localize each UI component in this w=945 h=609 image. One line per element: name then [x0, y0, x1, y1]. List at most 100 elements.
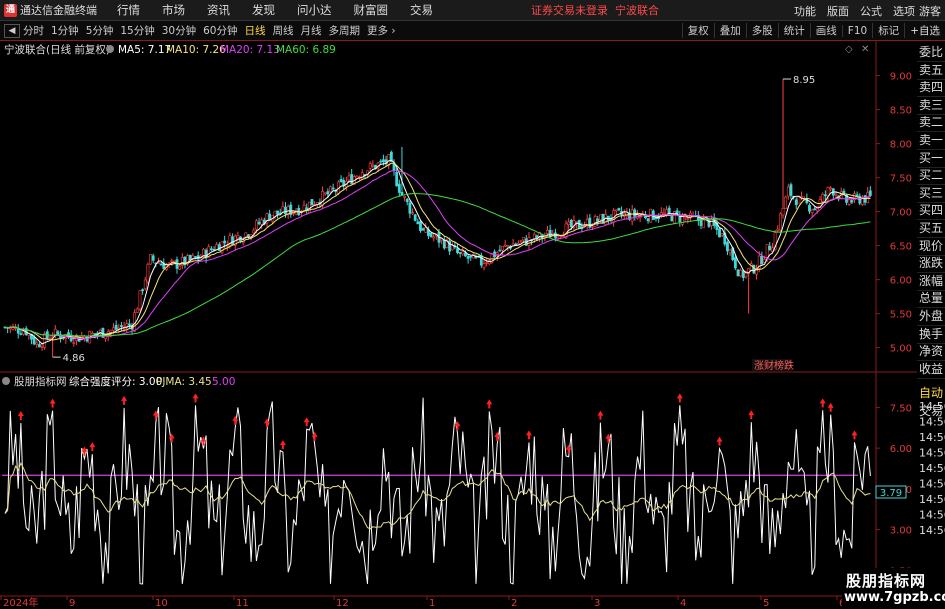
candle-body [284, 206, 287, 215]
side-item-8[interactable]: 买三 [917, 184, 945, 203]
buy-arrow-icon [303, 417, 310, 427]
side-item-13[interactable]: 涨幅 [917, 272, 945, 291]
candle-body [321, 191, 324, 206]
side-item-12[interactable]: 涨跌 [917, 254, 945, 274]
candle-body [593, 216, 597, 227]
menu-news[interactable]: 资讯 [207, 2, 230, 18]
candle-body [503, 244, 507, 247]
buy-arrow-icon [597, 410, 604, 420]
side-item-16[interactable]: 换手 [917, 325, 945, 344]
menu-quotes[interactable]: 行情 [117, 2, 140, 18]
menu-market[interactable]: 市场 [162, 2, 185, 18]
guest-label[interactable]: 游客 [919, 3, 941, 19]
auto-button[interactable]: 自动 [917, 384, 945, 401]
candle-body [112, 327, 115, 331]
chart-area[interactable]: 9.00 8.50 8.00 7.50 7.00 6.50 6.00 5.50 5.00 7.50… [0, 41, 945, 609]
period-15min[interactable]: 15分钟 [120, 23, 154, 38]
period-weekly[interactable]: 周线 [273, 23, 294, 38]
candle-body [596, 218, 600, 222]
time-tick-label: 9 [69, 598, 75, 609]
chevron-right-icon: › [391, 25, 396, 37]
period-intraday[interactable]: 分时 [23, 23, 44, 38]
side-item-5[interactable]: 卖一 [917, 131, 945, 150]
kline-chart-svg[interactable]: 9.00 8.50 8.00 7.50 7.00 6.50 6.00 5.50 5.00 7.50… [0, 41, 945, 609]
buy-arrow-icon [17, 411, 24, 421]
side-item-11[interactable]: 现价 [917, 237, 945, 256]
candle-body [379, 160, 383, 163]
add-watchlist-button[interactable]: +自选 [904, 23, 945, 38]
period-30min[interactable]: 30分钟 [162, 23, 196, 38]
menu-discover[interactable]: 发现 [252, 2, 275, 18]
buy-arrow-icon [827, 402, 834, 412]
candle-body [93, 333, 97, 335]
ma-legend-label: MA20: 7.13 [220, 44, 280, 56]
candle-body [768, 245, 772, 251]
side-item-18[interactable]: 收益 [917, 360, 945, 379]
side-item-17[interactable]: 净资 [917, 342, 945, 362]
time-readout-label: 14:56 [919, 478, 945, 491]
candle-body [778, 213, 782, 231]
candle-body [617, 208, 621, 211]
candle-body [395, 171, 399, 187]
candle-body [127, 323, 131, 326]
period-60min[interactable]: 60分钟 [203, 23, 237, 38]
candle-body [794, 199, 798, 206]
side-item-1[interactable]: 卖五 [917, 61, 945, 80]
candle-body [665, 209, 668, 215]
menu-formula[interactable]: 公式 [860, 3, 882, 19]
time-readout-label: 14:56 [919, 509, 945, 522]
period-multi[interactable]: 多周期 [329, 23, 361, 38]
side-item-3[interactable]: 卖三 [917, 96, 945, 115]
side-item-14[interactable]: 总量 [917, 289, 945, 309]
candle-body [151, 255, 155, 261]
side-item-7[interactable]: 买二 [917, 166, 945, 186]
f10-button[interactable]: F10 [841, 24, 872, 37]
login-status[interactable]: 证券交易未登录 宁波联合 [531, 2, 659, 18]
ind-tick-label: 7.50 [890, 403, 912, 414]
menu-function[interactable]: 功能 [794, 3, 816, 19]
candle-body [847, 199, 851, 205]
time-tick-label: 4 [680, 598, 686, 609]
candle-body [810, 209, 814, 213]
trade-button[interactable]: 交易 [917, 402, 945, 419]
menu-wealth[interactable]: 财富圈 [354, 2, 389, 18]
stats-button[interactable]: 统计 [777, 23, 810, 38]
side-item-2[interactable]: 卖四 [917, 78, 945, 98]
buy-arrow-icon [89, 442, 96, 452]
period-5min[interactable]: 5分钟 [86, 23, 114, 38]
time-tick-label: 11 [236, 598, 249, 609]
candle-body [718, 228, 721, 238]
mark-button[interactable]: 标记 [872, 23, 904, 38]
side-item-10[interactable]: 买五 [917, 219, 945, 238]
candle-body [32, 336, 36, 345]
overlay-button[interactable]: 叠加 [713, 23, 746, 38]
candle-body [866, 192, 870, 203]
candle-body [159, 263, 163, 266]
ma-legend-label: MA5: 7.17 [118, 44, 171, 56]
side-item-9[interactable]: 买四 [917, 201, 945, 221]
candle-body [405, 198, 409, 203]
menu-trade[interactable]: 交易 [410, 2, 433, 18]
period-more[interactable]: 更多 › [367, 23, 396, 38]
period-1min[interactable]: 1分钟 [51, 23, 79, 38]
buy-arrow-icon [121, 395, 128, 405]
candle-body [215, 244, 219, 250]
candle-body [599, 214, 602, 221]
multi-stock-button[interactable]: 多股 [745, 23, 778, 38]
candle-body [501, 246, 504, 251]
side-item-0[interactable]: 委比 [917, 43, 945, 62]
adjust-button[interactable]: 复权 [681, 23, 714, 38]
menu-options[interactable]: 选项 [893, 3, 915, 19]
menu-ask[interactable]: 问小达 [297, 2, 332, 18]
period-monthly[interactable]: 月线 [301, 23, 322, 38]
side-item-6[interactable]: 买一 [917, 149, 945, 168]
buy-arrow-icon [232, 415, 239, 425]
period-daily[interactable]: 日线 [245, 23, 266, 38]
side-item-4[interactable]: 卖二 [917, 113, 945, 133]
candle-body [662, 212, 666, 215]
draw-line-button[interactable]: 画线 [809, 23, 842, 38]
side-item-15[interactable]: 外盘 [917, 307, 945, 326]
menu-layout[interactable]: 版面 [827, 3, 849, 19]
candle-body [188, 254, 192, 261]
back-arrow-icon[interactable]: ◀ [4, 23, 20, 38]
